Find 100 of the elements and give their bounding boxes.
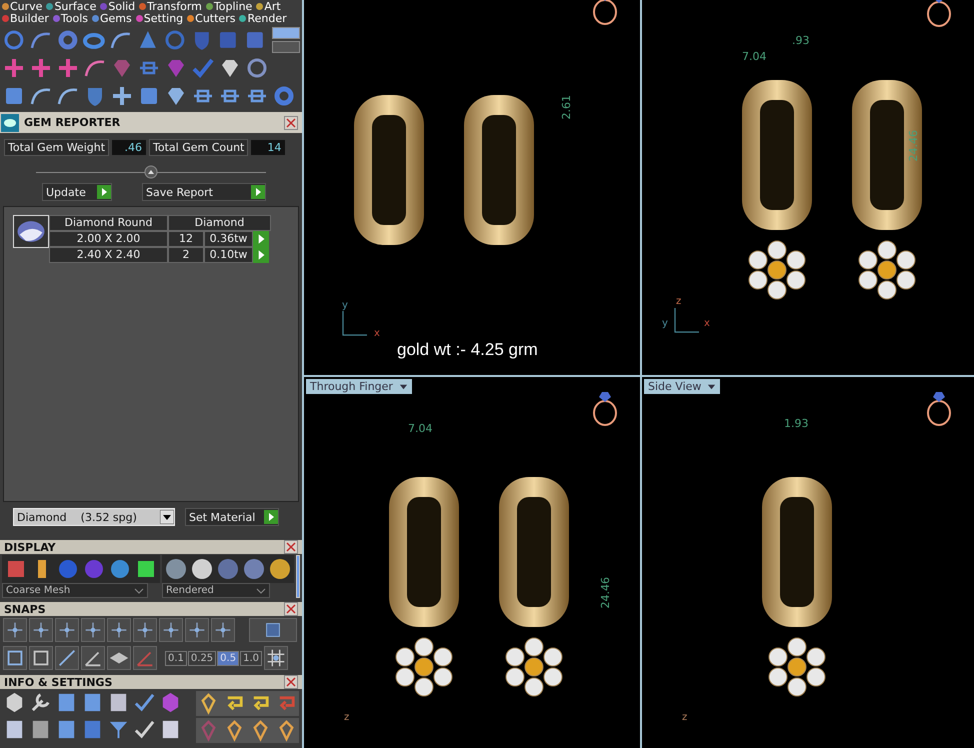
toggle-button[interactable] — [272, 26, 300, 38]
ring-icon[interactable] — [272, 84, 296, 108]
play-icon — [264, 510, 278, 524]
viewport[interactable]: Through Finger 7.04 24.46 z — [304, 377, 640, 748]
action-button[interactable]: Update — [42, 183, 112, 201]
table-cell: 12 — [168, 231, 204, 247]
close-button[interactable] — [284, 540, 298, 554]
axis-label: z — [344, 712, 350, 723]
ring-icon[interactable] — [56, 28, 80, 52]
dimension-label: .93 — [792, 34, 810, 47]
table-cell: 0.36tw — [204, 231, 253, 247]
snap-icon[interactable] — [55, 618, 79, 642]
caret-icon — [398, 382, 408, 391]
viewport[interactable]: 7.04 .93 24.46 z y x — [642, 0, 974, 375]
chevron-icon — [134, 588, 144, 594]
axis-indicator-icon — [672, 305, 702, 335]
sphere-icon[interactable] — [190, 557, 214, 581]
collapse-handle[interactable] — [144, 165, 158, 179]
report-icon — [0, 112, 20, 132]
angle-icon[interactable] — [81, 646, 105, 670]
menu-item[interactable]: Curve — [2, 0, 42, 12]
close-button[interactable] — [284, 116, 298, 130]
snap-icon[interactable] — [3, 618, 27, 642]
axis-label: y — [342, 300, 348, 311]
plane-icon[interactable] — [107, 646, 131, 670]
axis-label: y — [662, 318, 668, 329]
axis-label: z — [682, 712, 688, 723]
render-dropdown[interactable]: Rendered — [162, 583, 270, 598]
increment-button[interactable]: 0.25 — [188, 650, 216, 666]
snap-icon[interactable] — [29, 618, 53, 642]
toggle-button[interactable] — [272, 40, 300, 52]
column-header: Diamond — [168, 215, 271, 231]
snap-icon[interactable] — [159, 618, 183, 642]
axis-label: x — [704, 318, 710, 329]
menu-item[interactable]: Render — [239, 12, 287, 25]
viewport[interactable]: Side View 1.93 z — [642, 377, 974, 748]
section-title: DISPLAY — [3, 540, 56, 554]
set-material-button[interactable]: Set Material — [185, 508, 279, 526]
sphere-icon[interactable] — [164, 557, 188, 581]
snap-icon[interactable] — [107, 618, 131, 642]
play-icon — [97, 185, 111, 199]
dimension-label: 7.04 — [742, 50, 766, 63]
ring-icon[interactable] — [245, 56, 269, 80]
play-icon — [251, 185, 265, 199]
menu-item[interactable]: Solid — [100, 0, 136, 12]
dimension-label: 7.04 — [408, 422, 432, 435]
table-cell: 0.10tw — [204, 247, 253, 263]
caret-icon — [707, 382, 716, 391]
menu-item[interactable]: Art — [256, 0, 281, 12]
increment-button[interactable]: 1.0 — [240, 650, 262, 666]
mesh-dropdown[interactable]: Coarse Mesh — [2, 583, 148, 598]
material-dropdown[interactable]: Diamond (3.52 spg) — [13, 508, 175, 526]
snap-icon[interactable] — [81, 618, 105, 642]
menu-item[interactable]: Tools — [52, 12, 88, 25]
panel-title: GEM REPORTER — [24, 116, 122, 129]
ring-icon — [924, 0, 954, 28]
dimension-label: 24.46 — [599, 577, 612, 608]
menu-item[interactable]: Transform — [139, 0, 202, 12]
menu-item[interactable]: Builder — [2, 12, 49, 25]
section-title: INFO & SETTINGS — [3, 676, 112, 688]
menu-item[interactable]: Gems — [92, 12, 132, 25]
gem-icon — [13, 215, 49, 248]
snap-icon[interactable] — [185, 618, 209, 642]
axis-label: x — [374, 328, 380, 339]
total-label: Total Gem Count — [149, 139, 248, 156]
column-header: Diamond Round — [49, 215, 168, 231]
view-tab[interactable]: Side View — [644, 379, 720, 394]
grid-snap-icon[interactable] — [264, 646, 288, 670]
section-title: SNAPS — [3, 602, 46, 616]
total-label: Total Gem Weight — [4, 139, 110, 156]
menu-item[interactable]: Topline — [206, 0, 252, 12]
close-button[interactable] — [284, 675, 298, 689]
play-button[interactable] — [253, 231, 269, 247]
action-button[interactable]: Save Report — [142, 183, 266, 201]
menu-item[interactable]: Cutters — [187, 12, 236, 25]
snap-icon[interactable] — [249, 618, 297, 642]
viewport[interactable]: 2.61 y x gold wt :- 4.25 grm — [304, 0, 640, 375]
total-value: .46 — [112, 140, 146, 155]
dropdown-arrow-icon — [160, 510, 174, 524]
chevron-icon — [256, 588, 266, 594]
snap-icon[interactable] — [133, 618, 157, 642]
dimension-label: 24.46 — [907, 130, 920, 162]
ring-icon[interactable] — [162, 28, 187, 52]
table-cell: 2.00 X 2.00 — [49, 231, 168, 247]
dimension-label: 2.61 — [560, 95, 573, 120]
menu-item[interactable]: Setting — [136, 12, 184, 25]
snap-icon[interactable] — [211, 618, 235, 642]
menu-item[interactable]: Surface — [46, 0, 96, 12]
increment-button[interactable]: 0.1 — [165, 650, 187, 666]
close-button[interactable] — [284, 602, 298, 616]
table-cell: 2.40 X 2.40 — [49, 247, 168, 263]
select-icon[interactable] — [133, 718, 156, 741]
play-button[interactable] — [253, 247, 269, 263]
dimension-label: 1.93 — [784, 417, 808, 430]
sphere-icon[interactable] — [268, 557, 292, 581]
ring-icon[interactable] — [2, 28, 26, 52]
weight-note: gold wt :- 4.25 grm — [397, 340, 538, 360]
total-value: 14 — [251, 140, 286, 155]
view-tab[interactable]: Through Finger — [306, 379, 412, 394]
toggle-button[interactable] — [296, 555, 300, 598]
